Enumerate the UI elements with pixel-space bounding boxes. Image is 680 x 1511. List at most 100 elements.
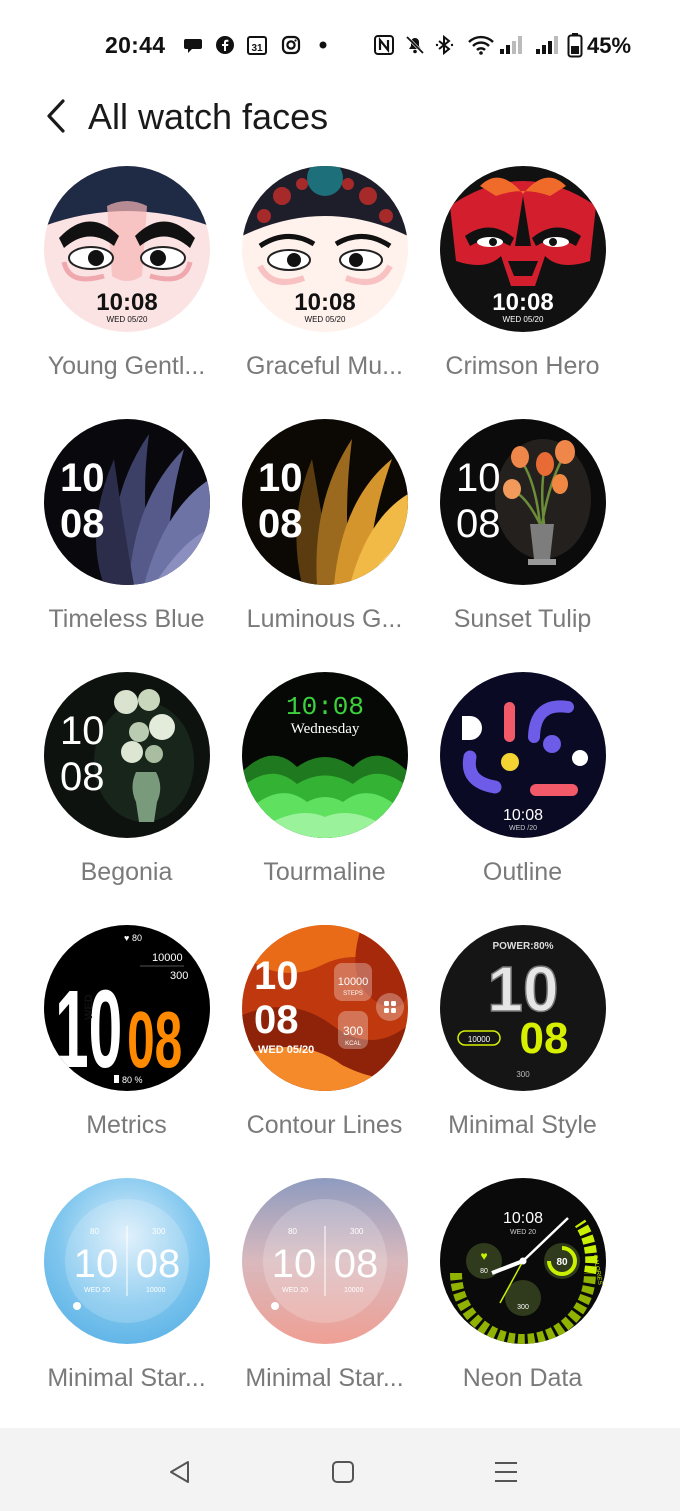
face-kcal-label: KCAL <box>345 1041 361 1047</box>
face-steps-label: STEPS <box>343 991 363 997</box>
face-heart: 80 <box>288 1227 297 1236</box>
page-header: All watch faces <box>0 92 680 148</box>
watch-face-preview: 10:08 WED 05/20 <box>44 166 210 332</box>
svg-text:♥: ♥ <box>124 933 129 943</box>
watch-face-label: Metrics <box>86 1111 167 1139</box>
watch-face-preview: 10 08 <box>44 419 210 585</box>
watch-face-item[interactable]: POWER:80% 10 08 10000 300 Minimal Style <box>424 919 621 1172</box>
bluetooth-icon <box>434 34 456 56</box>
face-heart: 80 <box>132 933 142 943</box>
watch-face-label: Timeless Blue <box>48 605 205 633</box>
face-minute: 08 <box>60 755 105 799</box>
face-minute: 08 <box>136 1242 181 1286</box>
face-kcal: 300 <box>152 1227 166 1236</box>
watch-face-label: Outline <box>482 858 563 886</box>
face-heart: 80 <box>480 1268 488 1275</box>
face-date: WED 05/20 <box>107 315 148 324</box>
face-date: WED 05/20 <box>503 315 544 324</box>
face-hour: 10 <box>55 968 122 1091</box>
face-date: WED 20 <box>84 1287 110 1294</box>
watch-face-preview: 10 08 WED 05/20 10000 STEPS 300 KCAL <box>242 925 408 1091</box>
face-minute: 08 <box>127 996 182 1085</box>
nav-menu-button[interactable] <box>486 1452 526 1492</box>
mute-icon <box>404 34 426 56</box>
face-kcal: 300 <box>516 1070 530 1079</box>
battery-icon <box>566 33 584 58</box>
face-date: WED 20 <box>510 1229 536 1236</box>
watch-face-label: Minimal Style <box>448 1111 597 1139</box>
face-kcal: 300 <box>170 970 188 982</box>
face-steps: 10000 <box>468 1035 491 1044</box>
watch-face-item[interactable]: 10:08 WED /20 Outline <box>424 666 621 919</box>
watch-face-preview: 10:08 WED 05/20 <box>440 166 606 332</box>
watch-face-item[interactable]: 10 08 WED ♥ 80 10000 300 80 % Metrics <box>28 919 225 1172</box>
face-steps: 10000 <box>146 1287 166 1294</box>
nav-back-button[interactable] <box>160 1452 200 1492</box>
dot-icon <box>312 34 334 56</box>
face-date: WED 05/20 <box>305 315 346 324</box>
watch-face-preview: 10 08 <box>44 672 210 838</box>
watch-face-item[interactable]: 10:08 WED 05/20 Young Gentl... <box>28 160 225 413</box>
watch-face-label: Crimson Hero <box>445 352 600 380</box>
watch-face-item[interactable]: 10:08 WED 05/20 Graceful Mu... <box>226 160 423 413</box>
watch-face-preview: 80 300 10 08 WED 20 10000 <box>242 1178 408 1344</box>
watch-face-preview: 10:08 WED 05/20 <box>242 166 408 332</box>
face-time: 10:08 <box>286 692 364 722</box>
facebook-icon <box>214 34 236 56</box>
watch-face-label: Neon Data <box>462 1364 583 1392</box>
watch-face-item[interactable]: 10:08 WED 05/20 Crimson Hero <box>424 160 621 413</box>
watch-face-item[interactable]: 10 08 WED 05/20 10000 STEPS 300 KCAL Con… <box>226 919 423 1172</box>
watch-face-preview: 10:08 WED 20 ♥ 80 80 300 CALORIES <box>440 1178 606 1344</box>
face-ring-value: 80 <box>556 1257 568 1268</box>
watch-face-label: Minimal Star... <box>47 1364 206 1392</box>
face-time: 10:08 <box>96 289 157 316</box>
face-battery: 80 % <box>122 1075 143 1085</box>
face-time: 10:08 <box>503 807 543 824</box>
watch-face-label: Contour Lines <box>246 1111 403 1139</box>
face-heart: 80 <box>90 1227 99 1236</box>
watch-face-preview: POWER:80% 10 08 10000 300 <box>440 925 606 1091</box>
back-button[interactable] <box>36 92 76 140</box>
svg-text:♥: ♥ <box>480 1249 487 1263</box>
face-time: 10:08 <box>492 289 553 316</box>
triangle-back-icon <box>170 1461 189 1483</box>
watch-face-label: Graceful Mu... <box>246 352 403 380</box>
face-hour: 10 <box>272 1242 317 1286</box>
nav-home-button[interactable] <box>323 1452 363 1492</box>
face-day: WED <box>83 994 95 1020</box>
watch-face-label: Sunset Tulip <box>453 605 592 633</box>
face-time: 10:08 <box>294 289 355 316</box>
watch-face-item[interactable]: 10 08 Sunset Tulip <box>424 413 621 666</box>
face-hour: 10 <box>254 954 299 998</box>
watch-face-preview: 10:08 WED /20 <box>440 672 606 838</box>
signal-icon <box>499 34 527 56</box>
signal-icon <box>535 34 563 56</box>
chevron-left-icon <box>47 99 65 133</box>
watch-face-item[interactable]: 80 300 10 08 WED 20 10000 Minimal Star..… <box>226 1172 423 1425</box>
face-date: WED /20 <box>509 825 537 832</box>
face-steps: 10000 <box>152 952 183 964</box>
watch-face-item[interactable]: 10 08 Begonia <box>28 666 225 919</box>
face-kcal: 300 <box>350 1227 364 1236</box>
watch-face-label: Minimal Star... <box>245 1364 404 1392</box>
system-nav-bar <box>0 1428 680 1511</box>
face-hour: 10 <box>258 456 303 500</box>
face-minute: 08 <box>334 1242 379 1286</box>
face-steps: 10000 <box>344 1287 364 1294</box>
watch-face-item[interactable]: 80 300 10 08 WED 20 10000 Minimal Star..… <box>28 1172 225 1425</box>
nfc-icon <box>373 34 395 56</box>
message-icon <box>182 34 204 56</box>
watch-face-item[interactable]: 10 08 Timeless Blue <box>28 413 225 666</box>
face-kcal: 300 <box>343 1024 363 1038</box>
status-time: 20:44 <box>105 32 166 58</box>
face-steps: 10000 <box>338 976 369 988</box>
watch-face-preview: 80 300 10 08 WED 20 10000 <box>44 1178 210 1344</box>
watch-face-label: Luminous G... <box>246 605 403 633</box>
face-time: 10:08 <box>503 1210 543 1227</box>
watch-face-item[interactable]: 10:08 WED 20 ♥ 80 80 300 CALORIES Neon D… <box>424 1172 621 1425</box>
watch-face-preview: 10 08 WED ♥ 80 10000 300 80 % <box>44 925 210 1091</box>
watch-face-item[interactable]: 10 08 Luminous G... <box>226 413 423 666</box>
face-minute: 08 <box>258 502 303 546</box>
watch-face-item[interactable]: 10:08 Wednesday Tourmaline <box>226 666 423 919</box>
wifi-icon <box>467 34 495 56</box>
